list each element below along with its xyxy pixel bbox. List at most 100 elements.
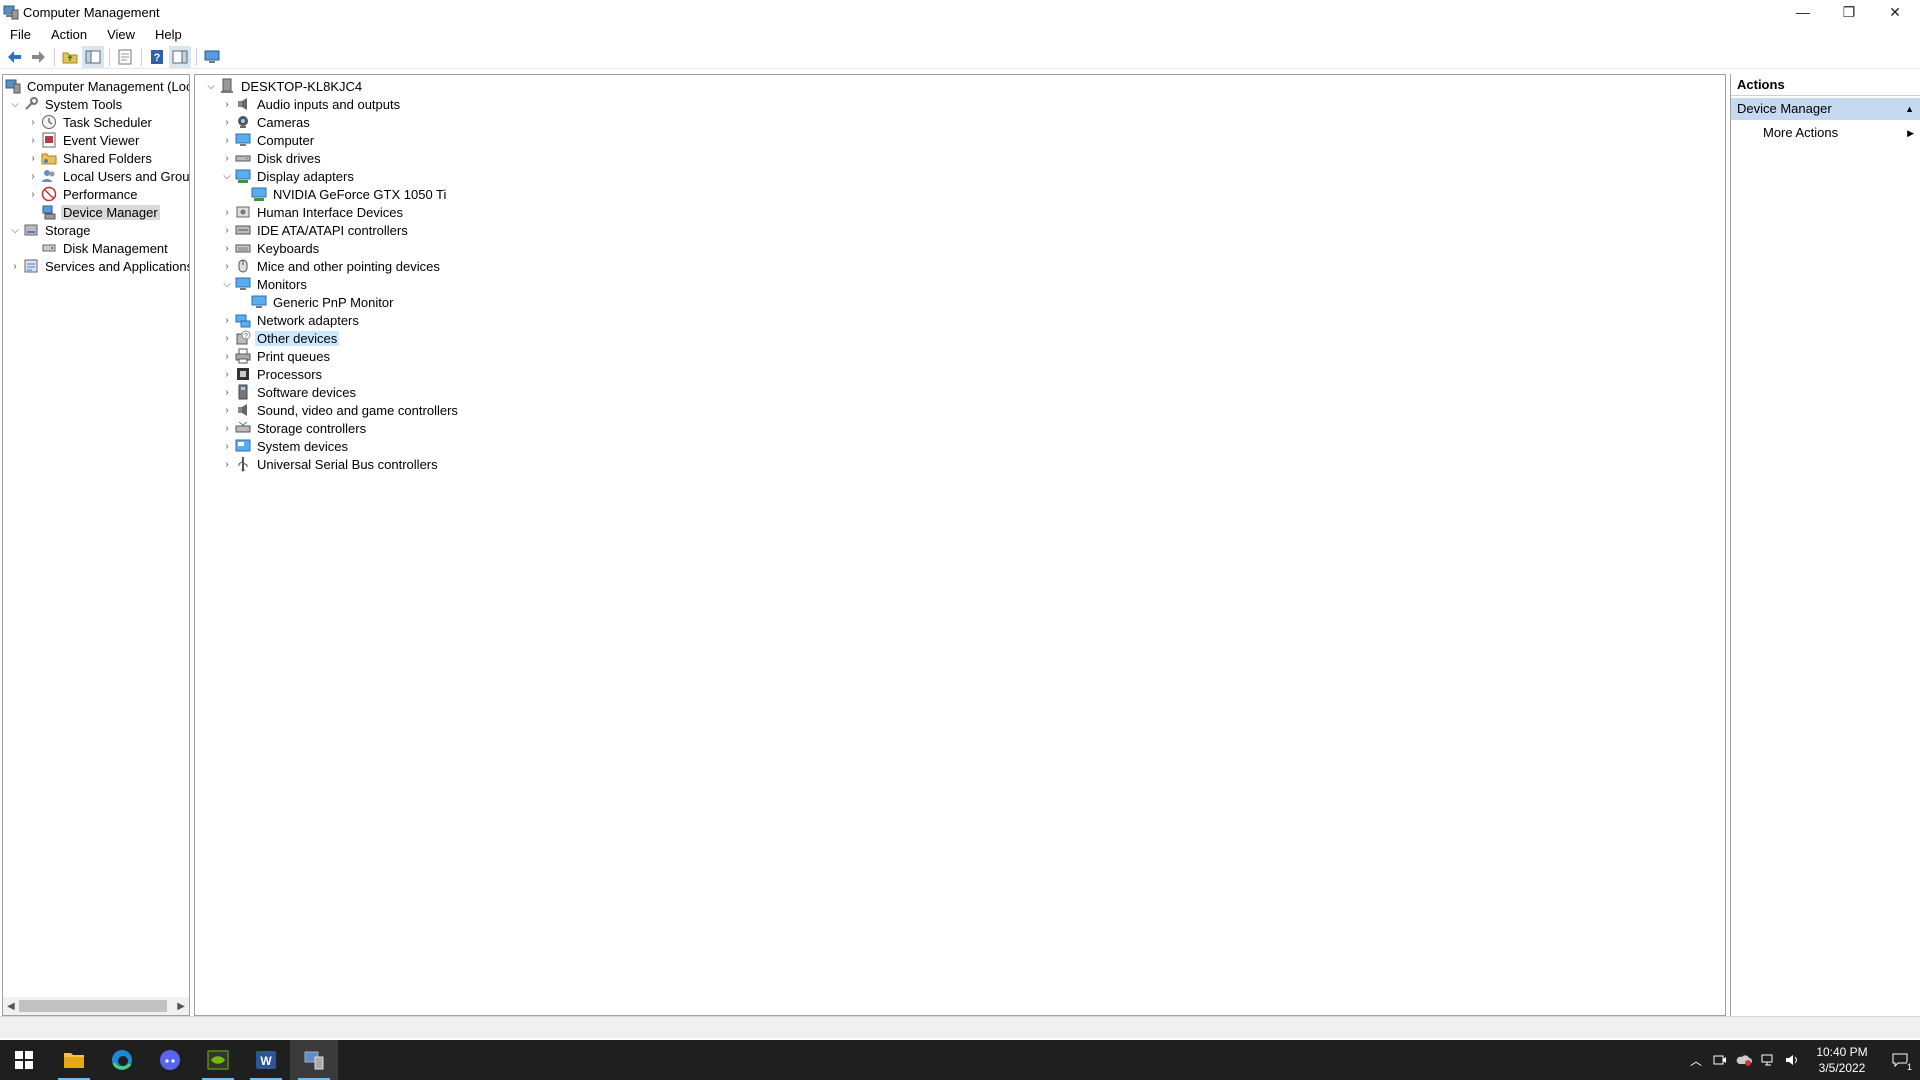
- chevron-right-icon[interactable]: ›: [219, 330, 235, 346]
- collapse-arrow-icon[interactable]: ▲: [1905, 98, 1914, 120]
- chevron-right-icon[interactable]: ›: [219, 96, 235, 112]
- chevron-right-icon[interactable]: ›: [219, 312, 235, 328]
- tree-item-shared-folders[interactable]: › Shared Folders: [25, 149, 154, 167]
- chevron-right-icon[interactable]: ›: [25, 114, 41, 130]
- device-category[interactable]: › Software devices: [219, 383, 358, 401]
- device-category[interactable]: › Sound, video and game controllers: [219, 401, 460, 419]
- menu-view[interactable]: View: [97, 27, 145, 42]
- tree-item-computer-management[interactable]: Computer Management (Local: [5, 77, 189, 95]
- device-category[interactable]: ⌵ Display adapters: [219, 167, 356, 185]
- chevron-right-icon[interactable]: ›: [25, 132, 41, 148]
- tree-item-device-manager[interactable]: Device Manager: [25, 203, 160, 221]
- scan-hardware-changes-button[interactable]: [201, 46, 223, 68]
- device-category[interactable]: › Mice and other pointing devices: [219, 257, 442, 275]
- clock[interactable]: 10:40 PM 3/5/2022: [1804, 1044, 1880, 1076]
- scrollbar-thumb[interactable]: [19, 1000, 167, 1012]
- chevron-right-icon[interactable]: ›: [219, 420, 235, 436]
- minimize-button[interactable]: —: [1780, 0, 1826, 24]
- help-button[interactable]: ?: [146, 46, 168, 68]
- chevron-right-icon[interactable]: ›: [219, 438, 235, 454]
- forward-button[interactable]: [27, 46, 49, 68]
- chevron-right-icon[interactable]: ›: [25, 186, 41, 202]
- chevron-right-icon[interactable]: ›: [219, 402, 235, 418]
- chevron-right-icon[interactable]: ›: [219, 456, 235, 472]
- device-tree-root[interactable]: ⌵ DESKTOP-KL8KJC4: [203, 77, 364, 95]
- device-category[interactable]: › Keyboards: [219, 239, 321, 257]
- device-category[interactable]: › Network adapters: [219, 311, 361, 329]
- restore-button[interactable]: ❐: [1826, 0, 1872, 24]
- menu-help[interactable]: Help: [145, 27, 192, 42]
- taskbar-discord[interactable]: [146, 1040, 194, 1080]
- chevron-down-icon[interactable]: ⌵: [219, 168, 235, 184]
- chevron-down-icon[interactable]: ⌵: [203, 78, 219, 94]
- chevron-right-icon[interactable]: ›: [219, 114, 235, 130]
- device-category[interactable]: › Processors: [219, 365, 324, 383]
- chevron-right-icon[interactable]: ›: [219, 222, 235, 238]
- chevron-right-icon[interactable]: ›: [25, 150, 41, 166]
- close-button[interactable]: ✕: [1872, 0, 1918, 24]
- menu-file[interactable]: File: [0, 27, 41, 42]
- tree-item-performance[interactable]: › Performance: [25, 185, 139, 203]
- taskbar-file-explorer[interactable]: [50, 1040, 98, 1080]
- device-category[interactable]: › Print queues: [219, 347, 332, 365]
- device-category[interactable]: › Universal Serial Bus controllers: [219, 455, 440, 473]
- properties-button[interactable]: [114, 46, 136, 68]
- onedrive-icon[interactable]: [1732, 1040, 1756, 1080]
- device-category[interactable]: › Storage controllers: [219, 419, 368, 437]
- device-item[interactable]: Generic PnP Monitor: [235, 293, 395, 311]
- taskbar-nvidia[interactable]: [194, 1040, 242, 1080]
- chevron-down-icon[interactable]: ⌵: [7, 222, 23, 238]
- tree-item-storage[interactable]: ⌵ Storage: [7, 221, 93, 239]
- back-button[interactable]: [4, 46, 26, 68]
- chevron-right-icon[interactable]: ›: [219, 384, 235, 400]
- chevron-right-icon[interactable]: ›: [219, 204, 235, 220]
- display-adapter-icon: [235, 168, 251, 184]
- menu-action[interactable]: Action: [41, 27, 97, 42]
- device-category[interactable]: › Cameras: [219, 113, 312, 131]
- notification-center-icon[interactable]: 1: [1880, 1040, 1920, 1080]
- device-category[interactable]: › Audio inputs and outputs: [219, 95, 402, 113]
- more-actions-link[interactable]: More Actions ▶: [1731, 122, 1920, 144]
- taskbar-computer-management[interactable]: [290, 1040, 338, 1080]
- chevron-right-icon[interactable]: ›: [219, 150, 235, 166]
- chevron-right-icon[interactable]: ›: [219, 348, 235, 364]
- tree-item-local-users-groups[interactable]: › Local Users and Groups: [25, 167, 189, 185]
- device-category[interactable]: › System devices: [219, 437, 350, 455]
- device-item[interactable]: NVIDIA GeForce GTX 1050 Ti: [235, 185, 448, 203]
- horizontal-scrollbar[interactable]: ◀ ▶: [3, 997, 189, 1015]
- meet-now-icon[interactable]: [1708, 1040, 1732, 1080]
- tree-item-event-viewer[interactable]: › Event Viewer: [25, 131, 141, 149]
- device-category[interactable]: ⌵ Monitors: [219, 275, 309, 293]
- device-category[interactable]: › IDE ATA/ATAPI controllers: [219, 221, 410, 239]
- start-button[interactable]: [0, 1040, 48, 1080]
- up-one-level-button[interactable]: [59, 46, 81, 68]
- show-hide-action-pane-button[interactable]: [169, 45, 191, 68]
- volume-icon[interactable]: [1780, 1040, 1804, 1080]
- show-hide-console-tree-button[interactable]: [82, 45, 104, 68]
- chevron-right-icon[interactable]: ›: [219, 240, 235, 256]
- tree-item-system-tools[interactable]: ⌵ System Tools: [7, 95, 124, 113]
- chevron-right-icon[interactable]: ›: [219, 366, 235, 382]
- device-category[interactable]: › Disk drives: [219, 149, 323, 167]
- device-category[interactable]: › Computer: [219, 131, 316, 149]
- chevron-down-icon[interactable]: ⌵: [7, 96, 23, 112]
- chevron-right-icon[interactable]: ›: [219, 132, 235, 148]
- chevron-down-icon[interactable]: ⌵: [219, 276, 235, 292]
- chevron-right-icon[interactable]: ›: [25, 168, 41, 184]
- chevron-right-icon[interactable]: ›: [7, 258, 23, 274]
- actions-section-device-manager[interactable]: Device Manager ▲: [1731, 98, 1920, 120]
- device-tree-pane: ⌵ DESKTOP-KL8KJC4 › Audio inputs and outp…: [194, 74, 1726, 1016]
- device-category[interactable]: › Human Interface Devices: [219, 203, 405, 221]
- network-icon[interactable]: [1756, 1040, 1780, 1080]
- tree-item-task-scheduler[interactable]: › Task Scheduler: [25, 113, 154, 131]
- device-category[interactable]: ›? Other devices: [219, 329, 340, 347]
- taskbar-word[interactable]: W: [242, 1040, 290, 1080]
- scroll-left-arrow-icon[interactable]: ◀: [7, 1001, 15, 1012]
- tree-item-services-applications[interactable]: › Services and Applications: [7, 257, 189, 275]
- taskbar-edge[interactable]: [98, 1040, 146, 1080]
- tree-item-disk-management[interactable]: Disk Management: [25, 239, 170, 257]
- show-hidden-icons-chevron-up-icon[interactable]: ︿: [1684, 1040, 1708, 1080]
- scroll-right-arrow-icon[interactable]: ▶: [177, 1001, 185, 1012]
- chevron-right-icon[interactable]: ›: [219, 258, 235, 274]
